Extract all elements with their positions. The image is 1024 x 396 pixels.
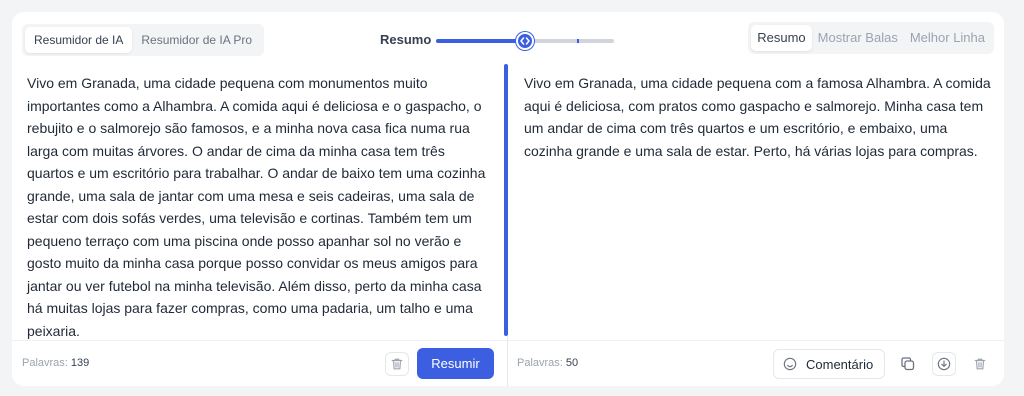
mode-bullets[interactable]: Mostrar Balas (812, 25, 904, 51)
footer-divider (507, 336, 508, 386)
smiley-icon (783, 357, 797, 371)
download-icon (937, 357, 951, 371)
comment-button[interactable]: Comentário (773, 349, 885, 379)
input-word-count: Palavras: 139 (22, 357, 89, 369)
length-slider-label: Resumo (380, 32, 432, 47)
input-word-count-label: Palavras: (22, 357, 68, 369)
comment-button-label: Comentário (806, 356, 874, 372)
length-slider-step (577, 39, 579, 43)
clear-input-button[interactable] (385, 352, 409, 376)
delete-output-button[interactable] (968, 352, 992, 376)
footer-separator (12, 340, 1004, 341)
summarizer-card: Resumidor de IA Resumidor de IA Pro Resu… (12, 12, 1004, 386)
copy-icon (901, 357, 915, 371)
length-slider-thumb[interactable] (516, 32, 534, 50)
tool-tabs: Resumidor de IA Resumidor de IA Pro (22, 24, 265, 56)
mode-best-line[interactable]: Melhor Linha (904, 25, 991, 51)
summary-output: Vivo em Granada, uma cidade pequena com … (524, 75, 991, 159)
trash-icon (391, 358, 403, 370)
copy-button[interactable] (896, 352, 920, 376)
input-text-area[interactable]: Vivo em Granada, uma cidade pequena com … (27, 72, 489, 342)
length-slider-fill (436, 39, 525, 43)
summarize-button[interactable]: Resumir (417, 348, 494, 379)
input-word-count-value: 139 (70, 357, 90, 369)
drag-arrows-icon (520, 37, 530, 45)
output-word-count-value: 50 (565, 357, 579, 369)
tab-ai-summarizer[interactable]: Resumidor de IA (25, 27, 133, 53)
pane-divider (504, 64, 508, 336)
output-mode-tabs: Resumo Mostrar Balas Melhor Linha (748, 22, 994, 54)
output-word-count: Palavras: 50 (517, 357, 578, 369)
tab-ai-summarizer-pro[interactable]: Resumidor de IA Pro (132, 27, 261, 53)
trash-icon (974, 358, 986, 370)
mode-summary[interactable]: Resumo (751, 25, 812, 51)
output-word-count-label: Palavras: (517, 357, 563, 369)
download-button[interactable] (932, 352, 956, 376)
toolbar: Resumidor de IA Resumidor de IA Pro Resu… (12, 12, 1004, 64)
